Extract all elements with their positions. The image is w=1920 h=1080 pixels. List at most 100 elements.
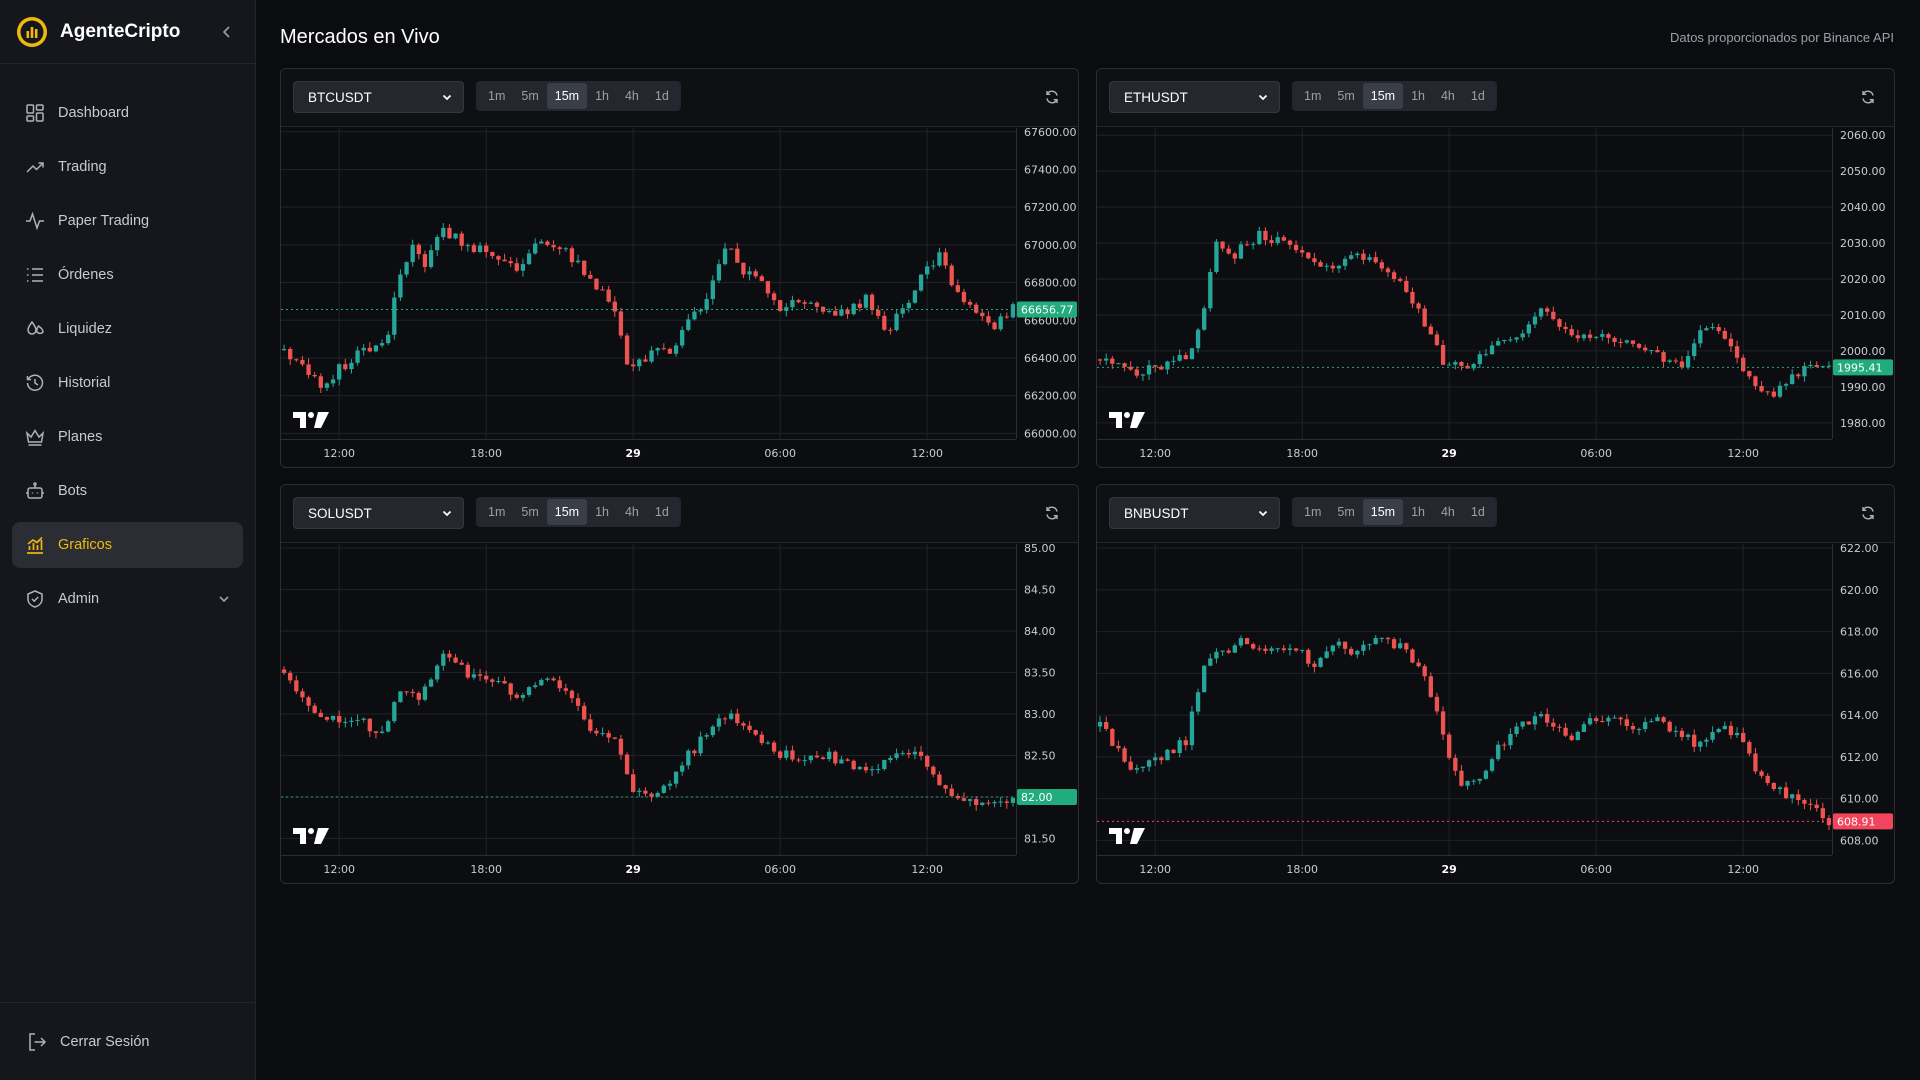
candlestick-chart[interactable]: 81.50 82.00 82.50 83.00 83.50 84.00 84.50 85.00… — [281, 544, 1078, 883]
logout-button[interactable]: Cerrar Sesión — [0, 1002, 255, 1080]
candle-body — [1796, 374, 1801, 377]
candle-body — [716, 264, 722, 281]
chevron-down-icon — [441, 91, 453, 103]
interval-button-1m[interactable]: 1m — [480, 83, 513, 109]
candle-body — [1796, 794, 1801, 801]
interval-button-15m[interactable]: 15m — [546, 499, 588, 525]
interval-button-1d[interactable]: 1d — [647, 83, 677, 109]
symbol-select[interactable]: BNBUSDT — [1109, 497, 1280, 529]
sidebar-item-planes[interactable]: Planes — [12, 414, 243, 460]
candle-body — [1453, 757, 1458, 771]
candlestick-chart[interactable]: 66000.00 66200.00 66400.00 66600.00 66800.00… — [281, 128, 1078, 467]
chart-svg: 66000.0066200.0066400.0066600.0066800.00… — [281, 128, 1077, 460]
interval-button-5m[interactable]: 5m — [513, 83, 546, 109]
symbol-select[interactable]: SOLUSDT — [293, 497, 464, 529]
interval-button-1h[interactable]: 1h — [1403, 499, 1433, 525]
candle-body — [514, 694, 519, 698]
interval-button-1h[interactable]: 1h — [587, 499, 617, 525]
interval-button-4h[interactable]: 4h — [617, 499, 647, 525]
interval-button-1d[interactable]: 1d — [1463, 83, 1493, 109]
candle-body — [1275, 648, 1280, 650]
candle-body — [931, 265, 936, 267]
sidebar-item-trading[interactable]: Trading — [12, 144, 243, 190]
candle-body — [330, 715, 336, 720]
candle-body — [404, 262, 409, 275]
candle-body — [680, 765, 685, 772]
sidebar-item-ordenes[interactable]: Órdenes — [12, 252, 243, 298]
candle-body — [680, 329, 685, 346]
refresh-button[interactable] — [1858, 503, 1878, 523]
candle-body — [1257, 230, 1262, 245]
interval-button-1h[interactable]: 1h — [1403, 83, 1433, 109]
candle-body — [1153, 757, 1158, 761]
interval-button-15m[interactable]: 15m — [1362, 499, 1404, 525]
symbol-select[interactable]: ETHUSDT — [1109, 81, 1280, 113]
candle-body — [1244, 244, 1250, 246]
candle-body — [453, 233, 458, 239]
candle-body — [1557, 319, 1562, 327]
sidebar-item-label: Trading — [58, 159, 107, 175]
interval-button-5m[interactable]: 5m — [1329, 83, 1362, 109]
candle-body — [759, 276, 764, 282]
candle-body — [637, 359, 642, 367]
sidebar-item-label: Historial — [58, 375, 111, 391]
symbol-select[interactable]: BTCUSDT — [293, 81, 464, 113]
candle-body — [1636, 343, 1642, 348]
interval-selector: 1m 5m 15m 1h 4h 1d — [476, 81, 681, 111]
y-tick-label: 66400.00 — [1024, 352, 1077, 365]
candle-body — [1330, 265, 1335, 269]
candle-body — [1790, 374, 1795, 385]
candle-body — [698, 309, 703, 312]
sidebar-item-graficos[interactable]: Graficos — [12, 522, 243, 568]
interval-button-4h[interactable]: 4h — [1433, 499, 1463, 525]
sidebar-item-bots[interactable]: Bots — [12, 468, 243, 514]
sidebar-item-admin[interactable]: Admin — [12, 576, 243, 622]
candle-body — [1771, 391, 1776, 397]
interval-button-4h[interactable]: 4h — [1433, 83, 1463, 109]
candle-body — [1251, 644, 1256, 649]
sidebar-item-dashboard[interactable]: Dashboard — [12, 90, 243, 136]
candle-body — [490, 251, 495, 257]
y-tick-label: 67000.00 — [1024, 239, 1077, 252]
y-tick-label: 66000.00 — [1024, 427, 1077, 440]
candlestick-chart[interactable]: 608.00 610.00 612.00 614.00 616.00 618.00 620.… — [1097, 544, 1894, 883]
interval-button-1h[interactable]: 1h — [587, 83, 617, 109]
sidebar-item-paper-trading[interactable]: Paper Trading — [12, 198, 243, 244]
interval-button-5m[interactable]: 5m — [1329, 499, 1362, 525]
interval-button-1m[interactable]: 1m — [1296, 499, 1329, 525]
candle-body — [1826, 365, 1832, 367]
candlestick-chart[interactable]: 1980.00 1990.00 2000.00 2010.00 2020.00 2030.… — [1097, 128, 1894, 467]
candle-body — [1440, 711, 1446, 735]
interval-button-5m[interactable]: 5m — [513, 499, 546, 525]
candle-body — [643, 790, 648, 794]
candle-body — [1306, 649, 1311, 664]
sidebar-item-liquidez[interactable]: Liquidez — [12, 306, 243, 352]
y-tick-label: 2020.00 — [1840, 273, 1886, 286]
last-price-label: 82.00 — [1021, 791, 1053, 804]
interval-button-4h[interactable]: 4h — [617, 83, 647, 109]
interval-button-1d[interactable]: 1d — [647, 499, 677, 525]
candle-body — [1722, 725, 1727, 730]
tradingview-logo-icon — [293, 412, 329, 428]
interval-button-1m[interactable]: 1m — [1296, 83, 1329, 109]
collapse-sidebar-button[interactable] — [215, 20, 239, 44]
candle-body — [508, 683, 513, 695]
candle-body — [1373, 637, 1378, 645]
interval-button-15m[interactable]: 15m — [1362, 83, 1404, 109]
candle-body — [1122, 748, 1127, 762]
candle-body — [1165, 361, 1170, 370]
candle-body — [526, 253, 532, 265]
refresh-button[interactable] — [1858, 87, 1878, 107]
refresh-button[interactable] — [1042, 503, 1062, 523]
x-tick-label: 29 — [626, 447, 641, 460]
candle-body — [600, 733, 605, 735]
interval-button-15m[interactable]: 15m — [546, 83, 588, 109]
interval-button-1m[interactable]: 1m — [480, 499, 513, 525]
refresh-button[interactable] — [1042, 87, 1062, 107]
candle-body — [1318, 657, 1323, 667]
sidebar-item-historial[interactable]: Historial — [12, 360, 243, 406]
interval-button-1d[interactable]: 1d — [1463, 499, 1493, 525]
candle-body — [1728, 725, 1734, 736]
sidebar-item-label: Bots — [58, 483, 88, 499]
candle-body — [361, 347, 366, 351]
